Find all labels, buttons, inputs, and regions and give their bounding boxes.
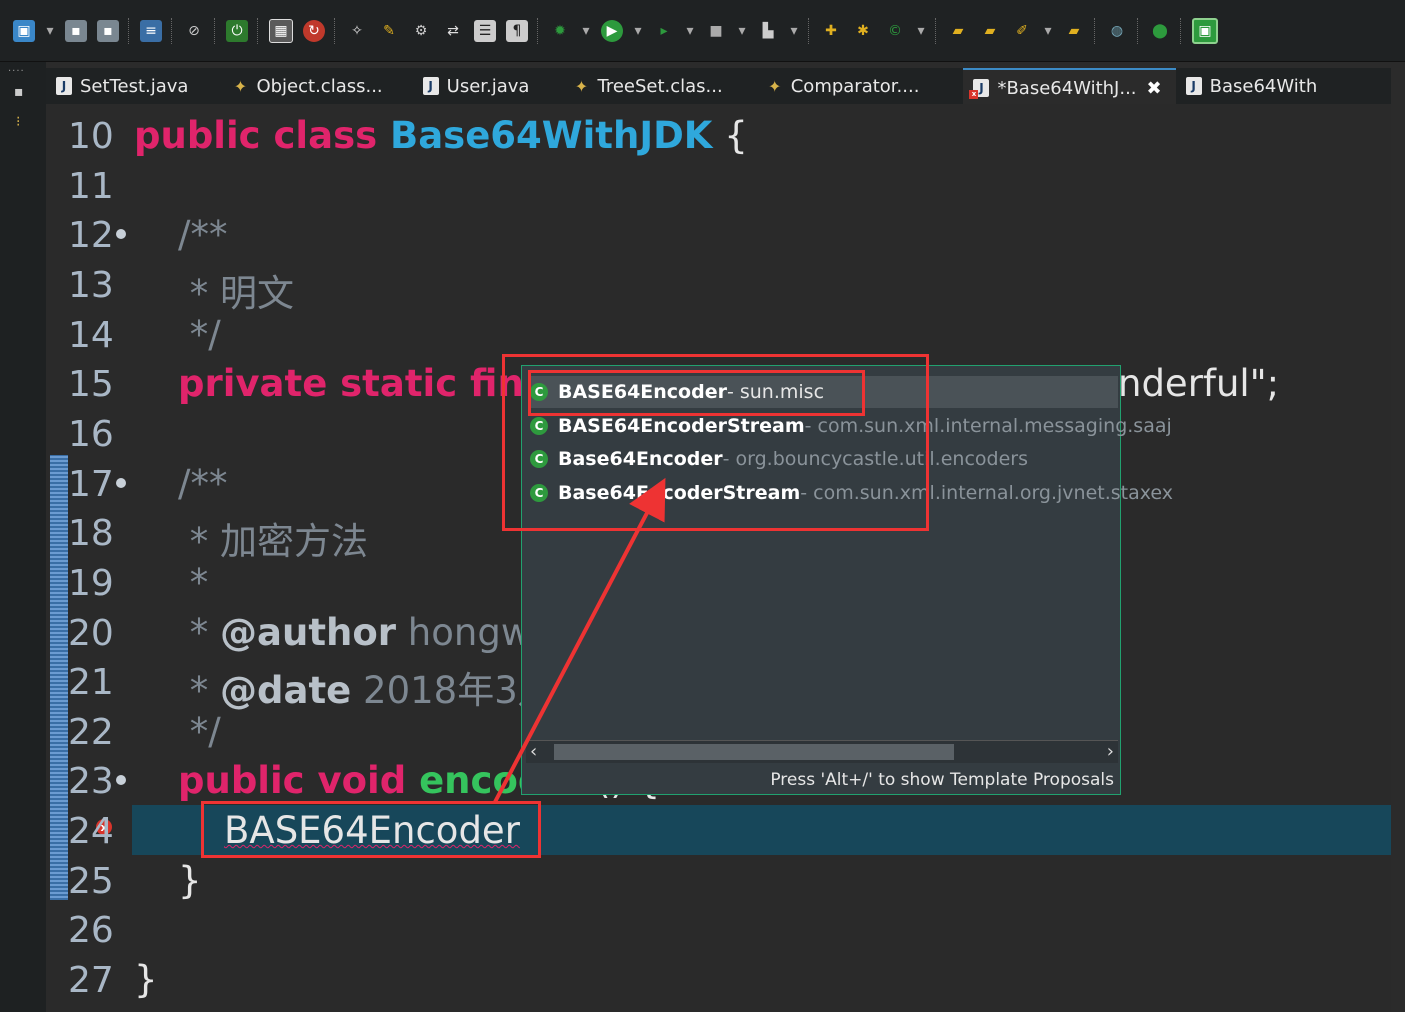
annotation-arrow (493, 477, 666, 803)
